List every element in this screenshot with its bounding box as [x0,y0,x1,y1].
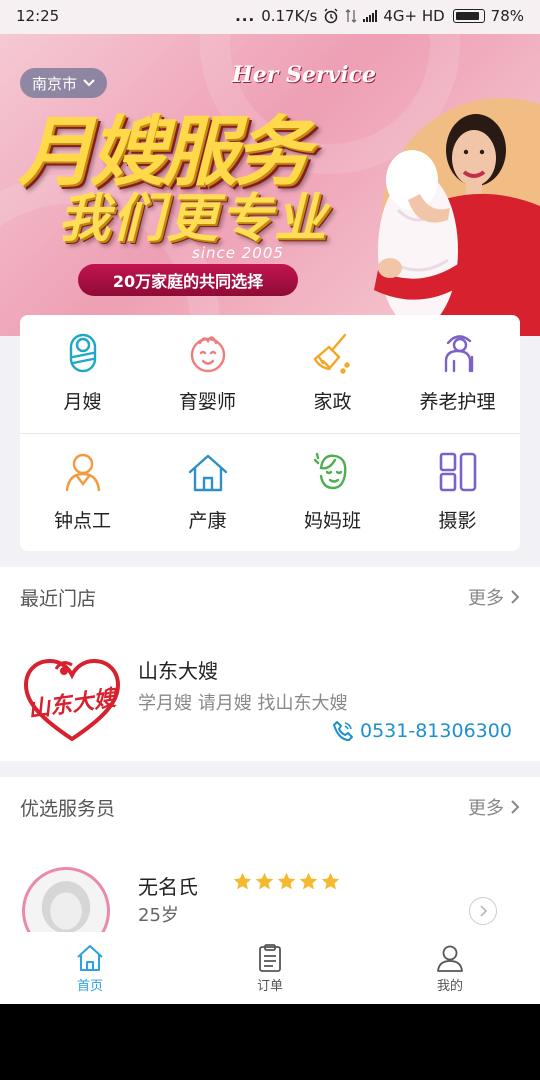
status-indicators: ... 0.17K/s 4G+ HD 78% [235,7,524,25]
status-time: 12:25 [16,7,60,25]
data-transfer-icon [345,9,357,23]
alarm-icon [324,8,338,24]
banner-since: since 2005 [192,244,284,262]
battery-level: 78% [490,7,524,25]
star-icon [233,872,252,890]
staff-section-header: 优选服务员 更多 [0,777,540,837]
service-label: 养老护理 [419,391,496,413]
section-title: 优选服务员 [20,797,116,820]
store-phone-number: 0531-81306300 [360,720,512,742]
network-type: 4G+ HD [383,7,445,25]
store-slogan: 学月嫂 请月嫂 找山东大嫂 [138,693,348,714]
service-mamaban[interactable]: 妈妈班 [270,434,395,551]
service-label: 产康 [188,510,227,532]
tab-orders[interactable]: 订单 [180,932,360,1004]
service-yuesao[interactable]: 月嫂 [20,315,145,433]
service-label: 育婴师 [178,391,236,413]
more-label: 更多 [468,588,504,609]
service-row: 钟点工 产康 妈妈班 摄影 [20,433,520,551]
banner-tagline: 20万家庭的共同选择 [78,264,298,296]
service-label: 月嫂 [63,391,102,413]
elderly-cane-icon [444,335,473,373]
battery-icon [452,9,485,23]
service-jiazheng[interactable]: 家政 [270,315,395,433]
signal-icon [363,10,378,22]
star-icon [299,872,318,890]
star-icon [321,872,340,890]
section-title: 最近门店 [20,587,97,610]
service-sheying[interactable]: 摄影 [395,434,520,551]
store-name[interactable]: 山东大嫂 [138,655,218,684]
star-icon [277,872,296,890]
banner-subtitle: 我们更专业 [58,189,329,249]
promo-banner[interactable]: 南京市 Her Service 月嫂服务 我们更专业 since 2005 20… [0,34,540,336]
status-dots: ... [235,7,256,25]
store-logo[interactable]: 山东大嫂 [22,655,122,745]
tab-home[interactable]: 首页 [0,932,180,1004]
service-row: 月嫂 育婴师 家政 养老护理 [20,315,520,433]
store-section: 最近门店 更多 山东大嫂 山东大嫂 学月嫂 请月嫂 找山东大嫂 0531-813… [0,567,540,761]
staff-name[interactable]: 无名氏 [138,871,198,900]
store-more-button[interactable]: 更多 [468,584,520,610]
star-icon [255,872,274,890]
network-speed: 0.17K/s [261,7,318,25]
status-bar: 12:25 ... 0.17K/s 4G+ HD 78% [0,0,540,34]
chevron-right-icon [480,905,488,917]
clipboard-icon [259,943,281,972]
baby-face-icon [190,336,225,373]
store-phone-link[interactable]: 0531-81306300 [332,720,512,742]
staff-section: 优选服务员 更多 无名氏 25岁 [0,777,540,955]
chevron-right-icon [511,590,520,604]
tab-label: 我的 [436,978,463,994]
store-logo-text: 山东大嫂 [26,684,121,723]
app-screen: 12:25 ... 0.17K/s 4G+ HD 78% 南京市 Her Ser… [0,0,540,1004]
chevron-down-icon [83,79,95,87]
phone-icon [333,721,353,741]
banner-english-title: Her Service [232,62,377,88]
service-yuyingshi[interactable]: 育婴师 [145,315,270,433]
service-chankang[interactable]: 产康 [145,434,270,551]
bottom-tab-bar: 首页 订单 我的 [0,932,540,1004]
star-rating [232,871,341,892]
chevron-right-icon [511,800,520,814]
mother-holding-baby-image [374,114,540,336]
broom-icon [313,333,350,374]
store-section-header: 最近门店 更多 [0,567,540,627]
city-label: 南京市 [32,74,78,93]
service-label: 妈妈班 [303,510,361,532]
service-yanglao[interactable]: 养老护理 [395,315,520,433]
service-grid: 月嫂 育婴师 家政 养老护理 钟点工 产康 妈妈班 摄影 [20,315,520,551]
service-label: 家政 [313,391,352,413]
grid-blocks-icon [439,452,476,492]
tab-label: 订单 [256,978,283,994]
home-icon [77,944,103,971]
person-icon [65,453,100,492]
service-label: 摄影 [438,510,477,532]
user-icon [437,945,463,972]
service-label: 钟点工 [53,510,111,532]
more-label: 更多 [468,798,504,819]
house-icon [188,454,227,492]
tab-label: 首页 [76,978,103,994]
staff-more-button[interactable]: 更多 [468,794,520,820]
service-zhongdiangong[interactable]: 钟点工 [20,434,145,551]
tab-profile[interactable]: 我的 [360,932,540,1004]
baby-swaddle-icon [69,333,96,373]
staff-detail-button[interactable] [469,897,497,925]
city-selector[interactable]: 南京市 [20,68,108,98]
woman-face-icon [313,452,346,490]
staff-age: 25岁 [138,905,179,926]
